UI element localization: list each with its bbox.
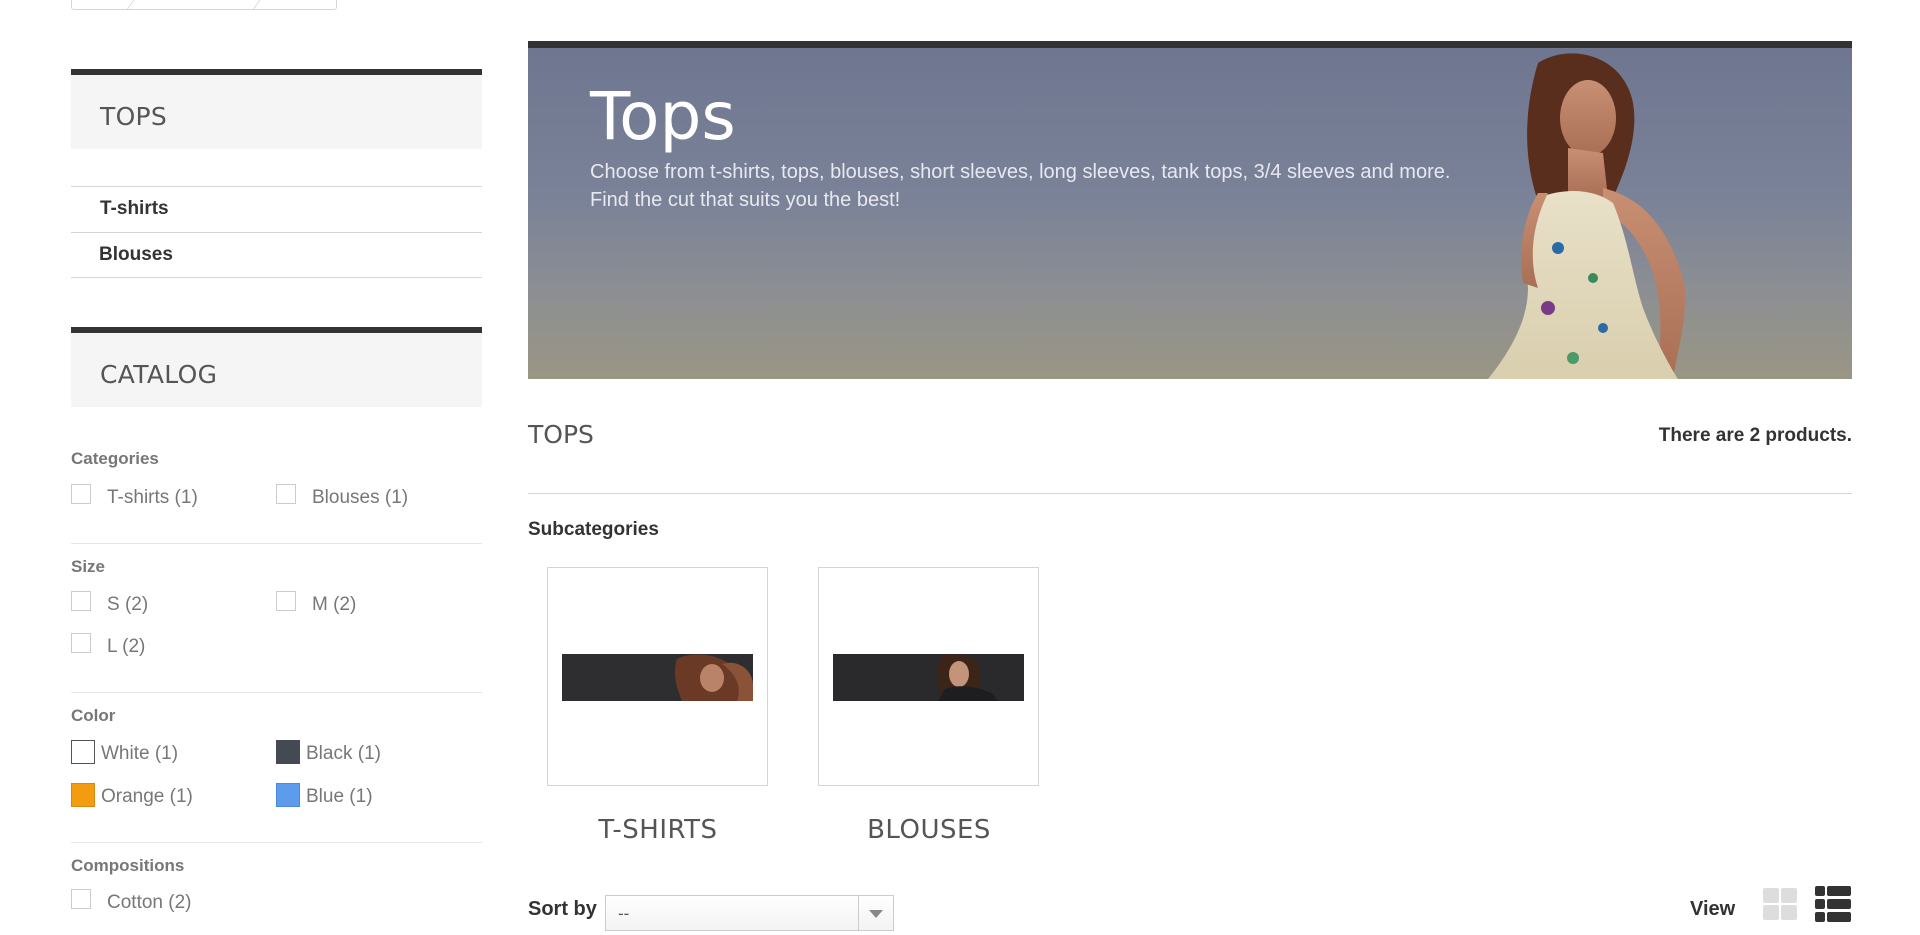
checkbox-composition-cotton[interactable] — [71, 889, 91, 909]
category-block-heading: TOPS — [100, 102, 168, 131]
banner-description-line: Choose from t-shirts, tops, blouses, sho… — [590, 161, 1451, 183]
subcategory-image-tshirts — [562, 654, 753, 701]
list-icon[interactable] — [1814, 885, 1852, 923]
catalog-block-heading: CATALOG — [100, 360, 218, 389]
checkbox-category-tshirts[interactable] — [71, 484, 91, 504]
filter-option-label: Cotton (2) — [107, 892, 192, 913]
grid-icon[interactable] — [1762, 887, 1798, 923]
subcategory-tile-blouses[interactable] — [818, 567, 1039, 786]
color-swatch-white[interactable] — [71, 740, 95, 764]
filter-option-label: L (2) — [107, 636, 146, 657]
sidebar-item-blouses[interactable]: Blouses — [71, 232, 482, 278]
filter-divider — [71, 543, 482, 544]
banner-description-line: Find the cut that suits you the best! — [590, 189, 901, 211]
category-banner: Tops Choose from t-shirts, tops, blouses… — [528, 41, 1852, 379]
checkbox-size-m[interactable] — [276, 591, 296, 611]
filter-option-label: T-shirts (1) — [107, 487, 198, 508]
category-heading: TOPS — [528, 420, 594, 449]
product-count: There are 2 products. — [1658, 425, 1852, 446]
filter-option-label: S (2) — [107, 594, 149, 615]
checkbox-category-blouses[interactable] — [276, 484, 296, 504]
sidebar-item-tshirts[interactable]: T-shirts — [71, 186, 482, 232]
color-swatch-orange[interactable] — [71, 783, 95, 807]
banner-model-image — [1488, 53, 1686, 379]
breadcrumb[interactable] — [71, 0, 337, 10]
subcategory-image-blouses — [833, 654, 1024, 701]
filter-option-label: M (2) — [312, 594, 357, 615]
subcategories-label: Subcategories — [528, 519, 659, 540]
filter-label-compositions: Compositions — [71, 856, 185, 875]
filter-option-label: White (1) — [101, 743, 179, 764]
sort-select[interactable]: -- — [605, 895, 894, 931]
category-block-title: TOPS — [71, 69, 482, 149]
checkbox-size-s[interactable] — [71, 591, 91, 611]
filter-option-label: Blouses (1) — [312, 487, 409, 508]
filter-label-categories: Categories — [71, 449, 159, 468]
banner-description: Choose from t-shirts, tops, blouses, sho… — [590, 158, 1490, 214]
filter-option-label: Black (1) — [306, 743, 381, 764]
filter-option-label: Blue (1) — [306, 786, 373, 807]
filter-option-label: Orange (1) — [101, 786, 193, 807]
checkbox-size-l[interactable] — [71, 633, 91, 653]
filter-label-color: Color — [71, 706, 116, 725]
sort-select-value: -- — [618, 904, 630, 923]
category-subcategory-list: T-shirts Blouses — [71, 186, 482, 278]
subcategory-name-tshirts[interactable]: T-SHIRTS — [528, 815, 788, 845]
subcategory-tile-tshirts[interactable] — [547, 567, 768, 786]
chevron-down-icon[interactable] — [858, 896, 893, 930]
banner-title: Tops — [590, 78, 736, 155]
catalog-block-title: CATALOG — [71, 327, 482, 407]
filter-divider — [71, 842, 482, 843]
color-swatch-blue[interactable] — [276, 783, 300, 807]
color-swatch-black[interactable] — [276, 740, 300, 764]
subcategory-name-blouses[interactable]: BLOUSES — [799, 815, 1059, 845]
filter-label-size: Size — [71, 557, 106, 576]
divider — [528, 493, 1852, 494]
filter-divider — [71, 692, 482, 693]
